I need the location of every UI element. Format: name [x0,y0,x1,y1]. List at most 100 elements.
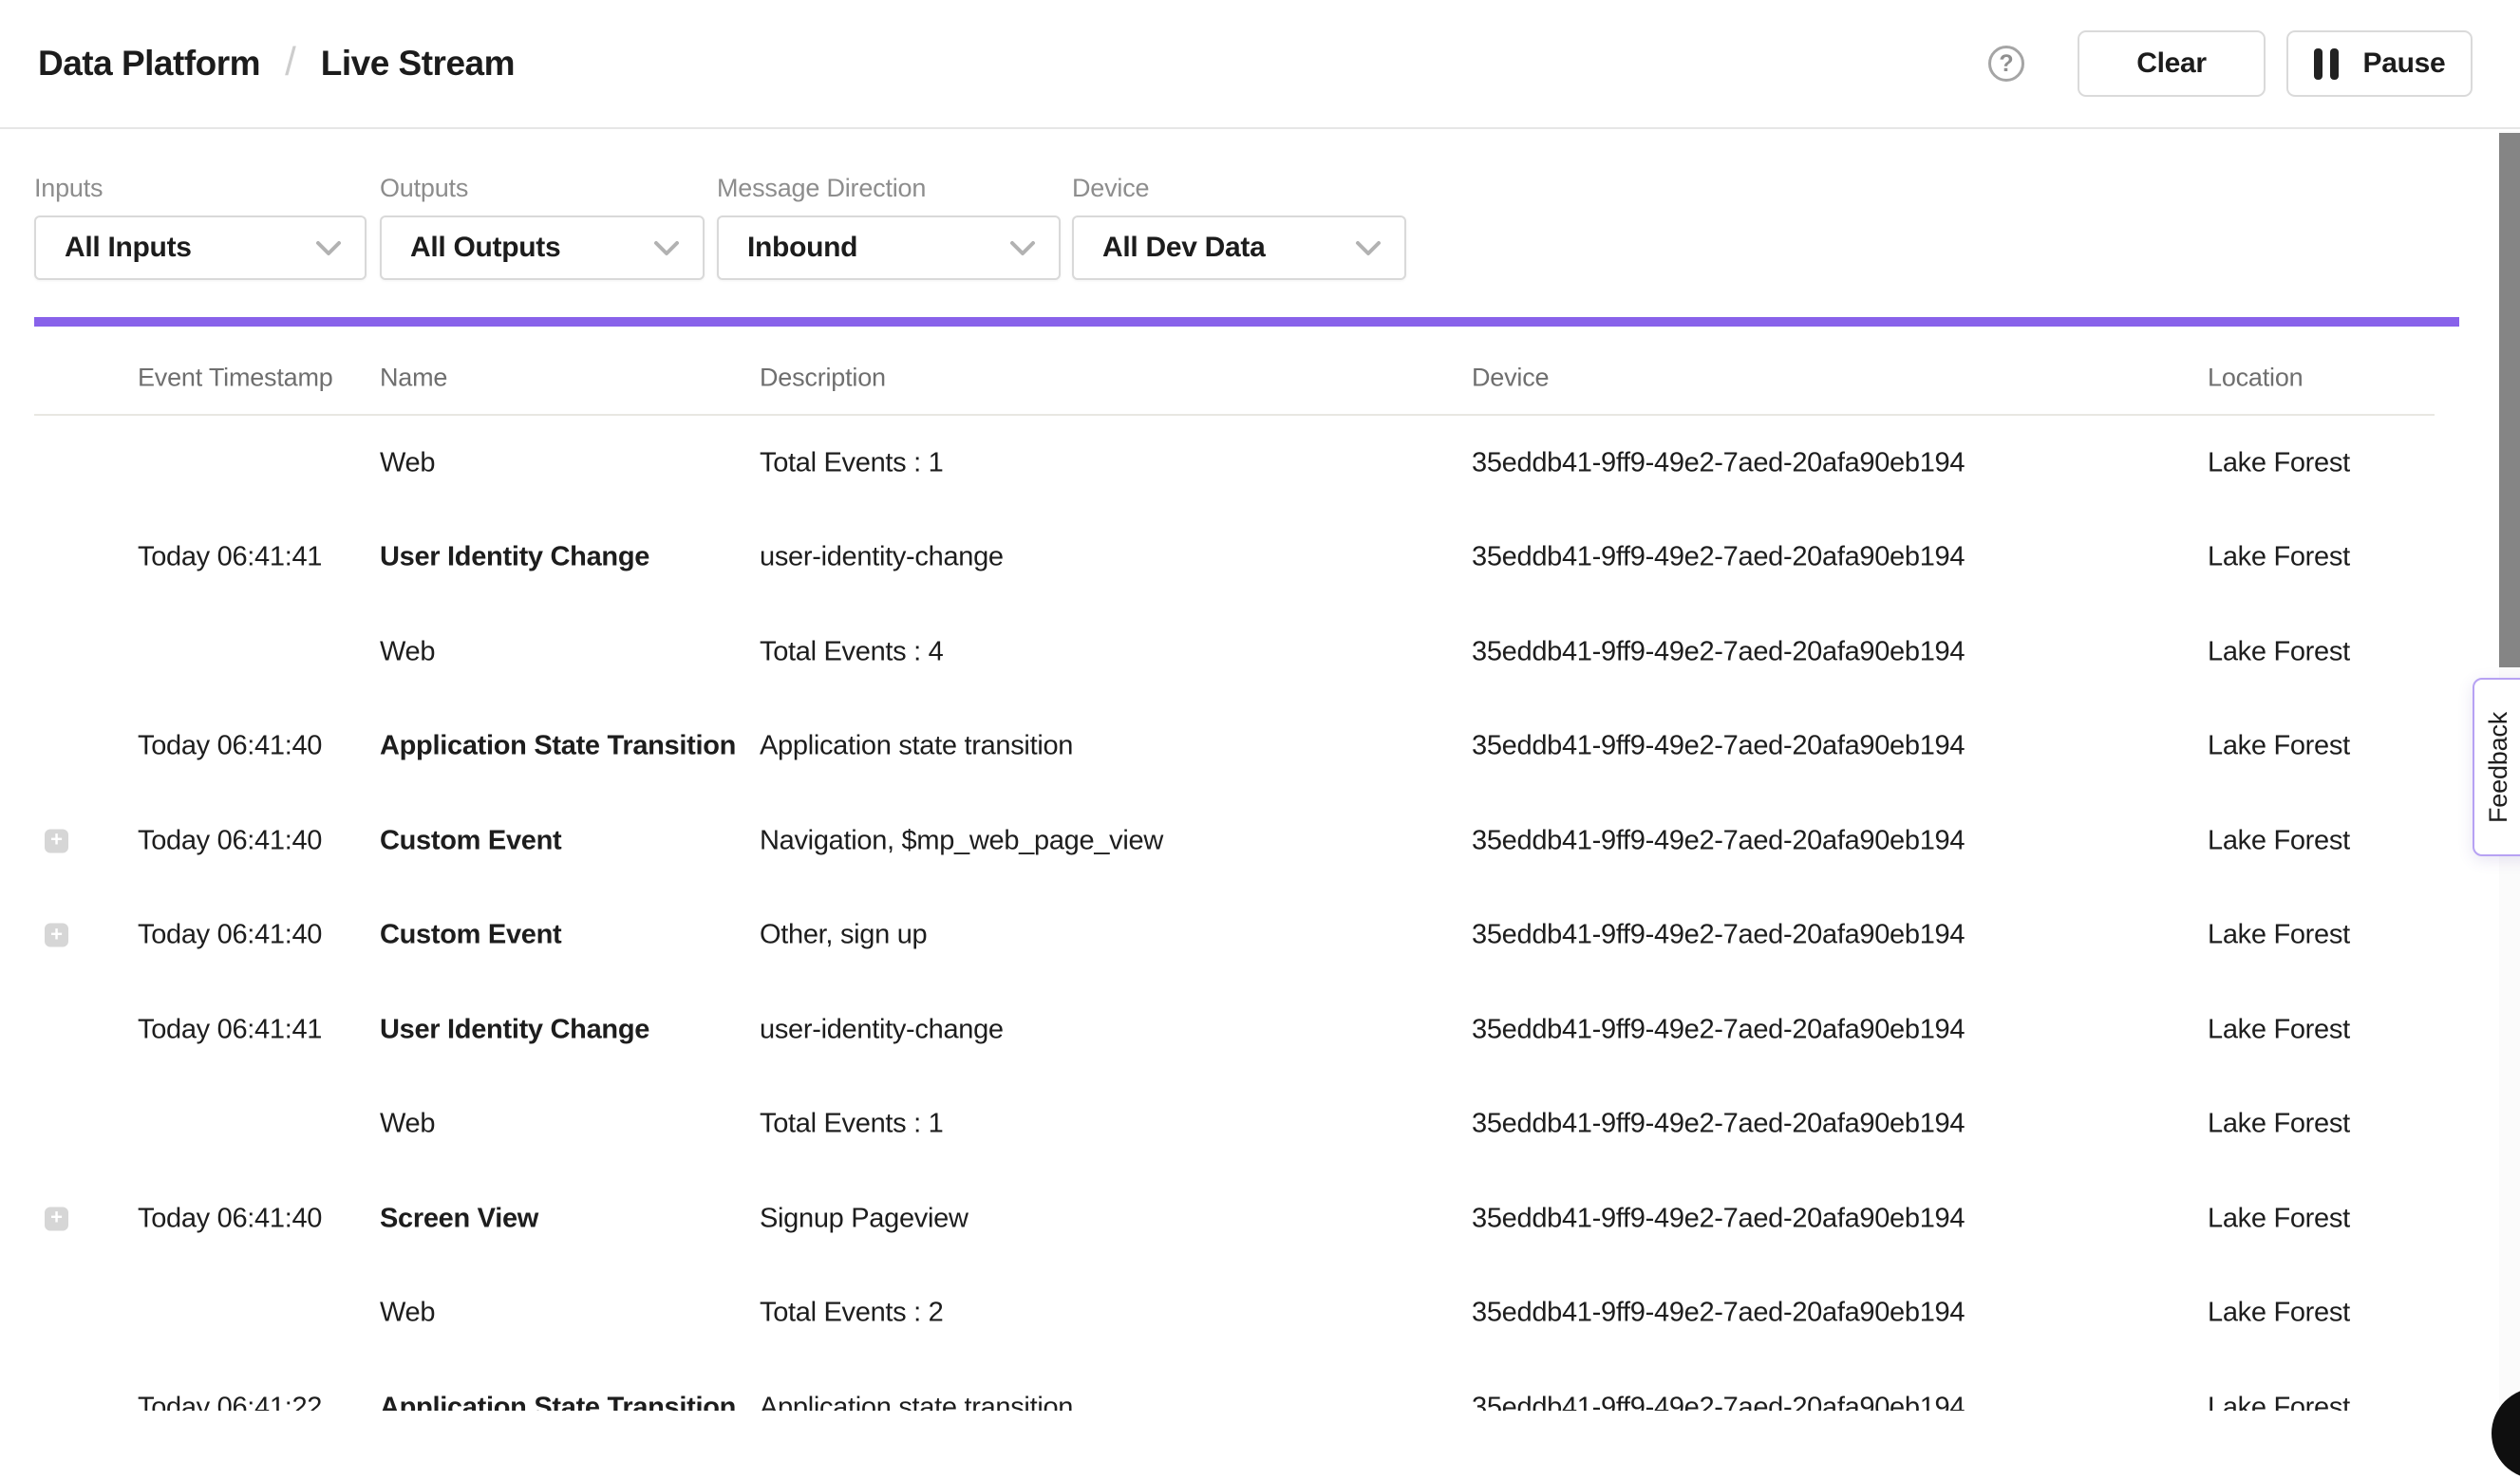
row-device: 35eddb41-9ff9-49e2-7aed-20afa90eb194 [1472,825,1965,856]
row-location: Lake Forest [2208,920,2350,951]
row-name: Web [380,1109,435,1140]
row-location: Lake Forest [2208,1203,2350,1234]
row-timestamp: Today 06:41:22 [138,1392,322,1411]
row-location: Lake Forest [2208,1298,2350,1329]
chevron-down-icon [1009,240,1036,256]
row-name: User Identity Change [380,542,649,573]
question-mark-glyph: ? [1999,52,2013,76]
table-row[interactable]: Today 06:41:40 Custom Event Other, sign … [0,889,2520,983]
row-device: 35eddb41-9ff9-49e2-7aed-20afa90eb194 [1472,1298,1965,1329]
device-select[interactable]: All Dev Data [1072,215,1406,280]
row-timestamp: Today 06:41:40 [138,920,322,951]
filter-outputs: Outputs All Outputs [380,174,705,280]
clear-button-label: Clear [2136,47,2207,80]
table-row[interactable]: Today 06:41:40 Screen View Signup Pagevi… [0,1171,2520,1266]
breadcrumb-data-platform[interactable]: Data Platform [38,44,260,84]
breadcrumb-separator-icon: / [285,39,296,84]
row-location: Lake Forest [2208,825,2350,856]
scrollbar-thumb[interactable] [2499,133,2520,667]
outputs-select[interactable]: All Outputs [380,215,705,280]
row-name: User Identity Change [380,1014,649,1045]
pause-button-label: Pause [2363,47,2446,80]
row-description: Total Events : 1 [760,1109,943,1140]
table-row[interactable]: Today 06:41:41 User Identity Change user… [0,511,2520,606]
filter-label-outputs: Outputs [380,174,705,203]
chevron-down-icon [1355,240,1382,256]
row-location: Lake Forest [2208,542,2350,573]
filter-device: Device All Dev Data [1072,174,1406,280]
chevron-down-icon [653,240,680,256]
row-timestamp: Today 06:41:40 [138,1203,322,1234]
column-header-description: Description [760,364,886,393]
accent-divider [34,317,2459,327]
expand-row-button[interactable] [45,924,68,947]
expand-row-button[interactable] [45,829,68,852]
table-row[interactable]: Today 06:41:40 Custom Event Navigation, … [0,794,2520,889]
table-header: Event Timestamp Name Description Device … [0,349,2520,406]
device-select-value: All Dev Data [1102,232,1265,264]
filter-label-message-direction: Message Direction [717,174,1061,203]
row-device: 35eddb41-9ff9-49e2-7aed-20afa90eb194 [1472,542,1965,573]
row-timestamp: Today 06:41:40 [138,731,322,762]
live-stream-page: Data Platform / Live Stream ? Clear Paus… [0,0,2520,1411]
row-description: user-identity-change [760,1014,1004,1045]
table-row[interactable]: Web Total Events : 2 35eddb41-9ff9-49e2-… [0,1266,2520,1361]
table-row[interactable]: Today 06:41:41 User Identity Change user… [0,983,2520,1077]
column-header-device: Device [1472,364,1549,393]
filter-inputs: Inputs All Inputs [34,174,367,280]
header-actions: ? Clear Pause [1988,30,2473,97]
row-name: Web [380,1298,435,1329]
column-header-location: Location [2208,364,2303,393]
row-location: Lake Forest [2208,731,2350,762]
feedback-tab-label: Feedback [2484,712,2513,823]
row-description: Total Events : 4 [760,636,943,667]
message-direction-select[interactable]: Inbound [717,215,1061,280]
chevron-down-icon [315,240,342,256]
row-location: Lake Forest [2208,1014,2350,1045]
row-device: 35eddb41-9ff9-49e2-7aed-20afa90eb194 [1472,1392,1965,1411]
pause-button[interactable]: Pause [2286,30,2473,97]
outputs-select-value: All Outputs [410,232,560,264]
row-location: Lake Forest [2208,636,2350,667]
row-description: Total Events : 2 [760,1298,943,1329]
row-device: 35eddb41-9ff9-49e2-7aed-20afa90eb194 [1472,1109,1965,1140]
row-location: Lake Forest [2208,1392,2350,1411]
row-timestamp: Today 06:41:41 [138,542,322,573]
row-device: 35eddb41-9ff9-49e2-7aed-20afa90eb194 [1472,636,1965,667]
column-header-event-timestamp: Event Timestamp [138,364,333,393]
row-description: Signup Pageview [760,1203,969,1234]
table-row[interactable]: Web Total Events : 1 35eddb41-9ff9-49e2-… [0,416,2520,511]
row-name: Custom Event [380,920,561,951]
row-device: 35eddb41-9ff9-49e2-7aed-20afa90eb194 [1472,447,1965,478]
breadcrumb-live-stream: Live Stream [321,44,515,84]
row-name: Application State Transition [380,731,736,762]
row-description: Application state transition [760,1392,1073,1411]
column-header-name: Name [380,364,447,393]
row-timestamp: Today 06:41:40 [138,825,322,856]
help-icon[interactable]: ? [1988,46,2024,82]
table-row[interactable]: Web Total Events : 1 35eddb41-9ff9-49e2-… [0,1077,2520,1172]
filter-label-device: Device [1072,174,1406,203]
table-row[interactable]: Today 06:41:40 Application State Transit… [0,700,2520,795]
row-device: 35eddb41-9ff9-49e2-7aed-20afa90eb194 [1472,1203,1965,1234]
row-location: Lake Forest [2208,1109,2350,1140]
row-name: Web [380,447,435,478]
expand-row-button[interactable] [45,1207,68,1230]
page-header: Data Platform / Live Stream ? Clear Paus… [0,0,2520,129]
row-description: Navigation, $mp_web_page_view [760,825,1163,856]
row-timestamp: Today 06:41:41 [138,1014,322,1045]
filter-label-inputs: Inputs [34,174,367,203]
row-device: 35eddb41-9ff9-49e2-7aed-20afa90eb194 [1472,920,1965,951]
row-description: Application state transition [760,731,1073,762]
clear-button[interactable]: Clear [2078,30,2266,97]
row-description: user-identity-change [760,542,1004,573]
table-row[interactable]: Today 06:41:22 Application State Transit… [0,1360,2520,1411]
feedback-tab[interactable]: Feedback [2473,678,2520,856]
row-description: Total Events : 1 [760,447,943,478]
pause-icon [2314,48,2339,80]
row-name: Custom Event [380,825,561,856]
table-row[interactable]: Web Total Events : 4 35eddb41-9ff9-49e2-… [0,605,2520,700]
breadcrumb: Data Platform / Live Stream [38,41,515,86]
row-location: Lake Forest [2208,447,2350,478]
inputs-select[interactable]: All Inputs [34,215,367,280]
